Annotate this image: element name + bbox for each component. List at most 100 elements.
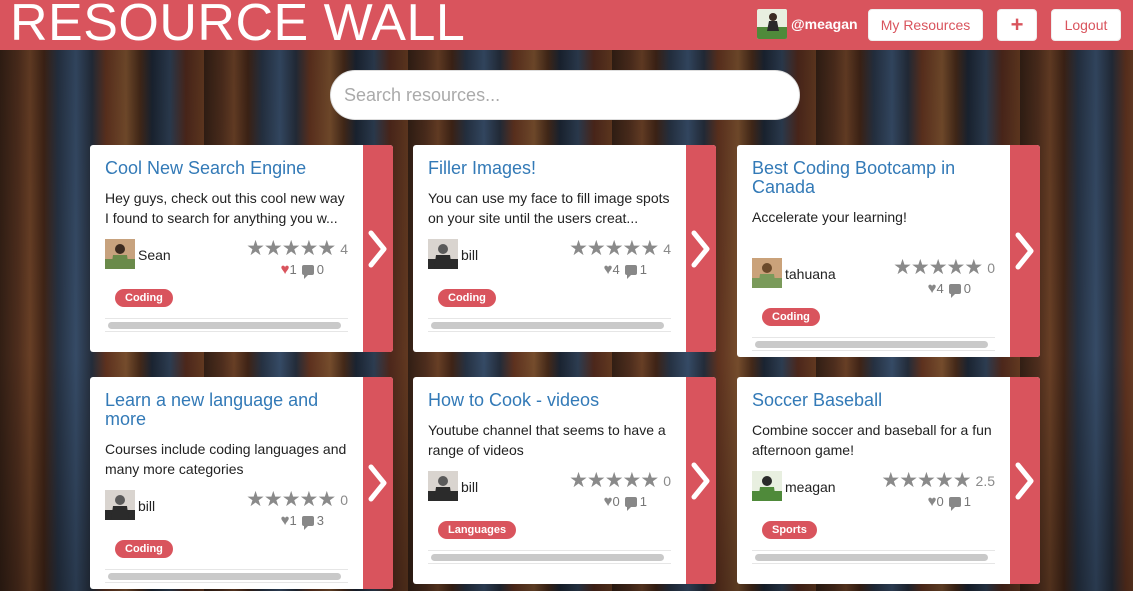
author-name: bill: [461, 247, 479, 263]
star-icon[interactable]: ★: [899, 470, 918, 492]
category-tag[interactable]: Languages: [438, 521, 517, 539]
card-progress-bar: [108, 573, 341, 580]
comment-count: 1: [639, 494, 647, 509]
star-rating[interactable]: ★ ★ ★ ★ ★ 2.5: [881, 470, 995, 492]
author-name: bill: [461, 479, 479, 495]
open-resource-button[interactable]: [1010, 145, 1040, 357]
star-icon[interactable]: ★: [935, 470, 954, 492]
card-meta: bill ★ ★ ★ ★ ★ 4 ♥ 4 1: [428, 238, 671, 279]
resource-card[interactable]: Filler Images! You can use my face to fi…: [413, 145, 716, 352]
rating-value: 4: [663, 241, 671, 257]
comment-icon[interactable]: [624, 264, 637, 279]
star-icon[interactable]: ★: [569, 470, 588, 492]
star-icon[interactable]: ★: [317, 238, 336, 260]
card-meta: bill ★ ★ ★ ★ ★ 0 ♥ 0 1: [428, 470, 671, 511]
star-icon[interactable]: ★: [587, 470, 606, 492]
card-footer: [105, 569, 348, 583]
resource-card[interactable]: How to Cook - videos Youtube channel tha…: [413, 377, 716, 584]
card-title[interactable]: Cool New Search Engine: [105, 159, 348, 178]
heart-icon[interactable]: ♥: [281, 261, 290, 278]
star-icon[interactable]: ★: [246, 238, 265, 260]
category-tag[interactable]: Coding: [115, 289, 173, 307]
star-icon[interactable]: ★: [911, 257, 930, 279]
comment-icon[interactable]: [948, 496, 961, 511]
star-icon[interactable]: ★: [282, 489, 301, 511]
star-rating[interactable]: ★ ★ ★ ★ ★ 4: [246, 238, 348, 260]
star-icon[interactable]: ★: [893, 257, 912, 279]
card-footer: [105, 318, 348, 332]
card-title[interactable]: Best Coding Bootcamp in Canada: [752, 159, 995, 197]
star-icon[interactable]: ★: [246, 489, 265, 511]
open-resource-button[interactable]: [363, 145, 393, 352]
open-resource-button[interactable]: [686, 377, 716, 584]
author-name: meagan: [785, 479, 836, 495]
resource-card[interactable]: Cool New Search Engine Hey guys, check o…: [90, 145, 393, 352]
comment-icon[interactable]: [948, 283, 961, 298]
star-icon[interactable]: ★: [953, 470, 972, 492]
star-icon[interactable]: ★: [605, 470, 624, 492]
search-input[interactable]: [344, 84, 799, 106]
star-icon[interactable]: ★: [264, 489, 283, 511]
star-icon[interactable]: ★: [300, 238, 319, 260]
open-resource-button[interactable]: [1010, 377, 1040, 584]
star-icon[interactable]: ★: [605, 238, 624, 260]
star-icon[interactable]: ★: [623, 238, 642, 260]
card-description: Accelerate your learning!: [752, 209, 907, 225]
card-progress-bar: [755, 341, 988, 348]
current-user[interactable]: @meagan: [757, 9, 858, 39]
star-rating[interactable]: ★ ★ ★ ★ ★ 4: [569, 238, 671, 260]
card-body: Best Coding Bootcamp in Canada Accelerat…: [737, 145, 1010, 357]
resource-card[interactable]: Soccer Baseball Combine soccer and baseb…: [737, 377, 1040, 584]
resource-card[interactable]: Best Coding Bootcamp in Canada Accelerat…: [737, 145, 1040, 357]
star-icon[interactable]: ★: [587, 238, 606, 260]
comment-icon[interactable]: [301, 264, 314, 279]
chevron-right-icon: [368, 464, 387, 502]
star-icon[interactable]: ★: [317, 489, 336, 511]
comment-count: 0: [316, 262, 324, 277]
heart-icon[interactable]: ♥: [604, 261, 613, 278]
card-progress-bar: [755, 554, 988, 561]
resource-card[interactable]: Learn a new language and more Courses in…: [90, 377, 393, 589]
add-resource-button[interactable]: +: [997, 9, 1037, 41]
category-tag[interactable]: Coding: [115, 540, 173, 558]
star-icon[interactable]: ★: [623, 470, 642, 492]
brand-title[interactable]: RESOURCE WALL: [10, 0, 465, 52]
card-title[interactable]: How to Cook - videos: [428, 391, 671, 410]
star-icon[interactable]: ★: [947, 257, 966, 279]
star-icon[interactable]: ★: [300, 489, 319, 511]
comment-icon[interactable]: [301, 515, 314, 530]
star-icon[interactable]: ★: [929, 257, 948, 279]
heart-icon[interactable]: ♥: [604, 493, 613, 510]
heart-icon[interactable]: ♥: [928, 280, 937, 297]
category-tag[interactable]: Sports: [762, 521, 817, 539]
star-icon[interactable]: ★: [569, 238, 588, 260]
star-icon[interactable]: ★: [640, 470, 659, 492]
star-icon[interactable]: ★: [264, 238, 283, 260]
star-rating[interactable]: ★ ★ ★ ★ ★ 0: [246, 489, 348, 511]
heart-icon[interactable]: ♥: [281, 512, 290, 529]
star-rating[interactable]: ★ ★ ★ ★ ★ 0: [893, 257, 995, 279]
category-tag[interactable]: Coding: [438, 289, 496, 307]
open-resource-button[interactable]: [363, 377, 393, 589]
chevron-right-icon: [691, 230, 710, 267]
rating-value: 0: [663, 473, 671, 489]
rating-value: 0: [987, 260, 995, 276]
star-rating[interactable]: ★ ★ ★ ★ ★ 0: [569, 470, 671, 492]
my-resources-button[interactable]: My Resources: [868, 9, 983, 41]
logout-button[interactable]: Logout: [1051, 9, 1121, 41]
author-name: Sean: [138, 247, 171, 263]
star-icon[interactable]: ★: [964, 257, 983, 279]
open-resource-button[interactable]: [686, 145, 716, 352]
heart-icon[interactable]: ♥: [928, 493, 937, 510]
star-icon[interactable]: ★: [282, 238, 301, 260]
star-icon[interactable]: ★: [917, 470, 936, 492]
chevron-right-icon: [1015, 232, 1034, 270]
star-icon[interactable]: ★: [640, 238, 659, 260]
card-meta: tahuana ★ ★ ★ ★ ★ 0 ♥ 4 0: [752, 257, 995, 298]
card-title[interactable]: Learn a new language and more: [105, 391, 348, 429]
category-tag[interactable]: Coding: [762, 308, 820, 326]
card-title[interactable]: Filler Images!: [428, 159, 671, 178]
card-title[interactable]: Soccer Baseball: [752, 391, 995, 410]
star-icon[interactable]: ★: [881, 470, 900, 492]
comment-icon[interactable]: [624, 496, 637, 511]
